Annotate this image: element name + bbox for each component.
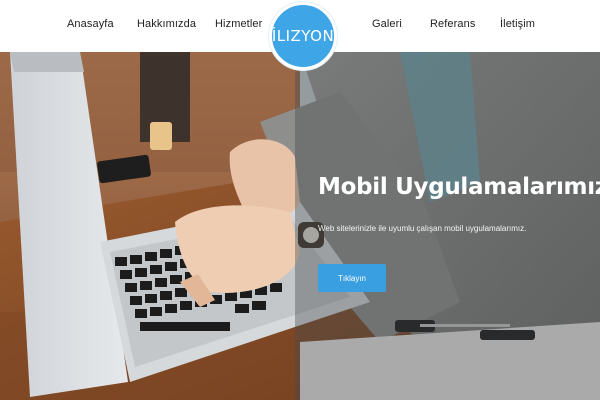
nav-item-iletisim[interactable]: İletişim	[500, 18, 535, 30]
nav-item-referans[interactable]: Referans	[430, 18, 475, 30]
hero-slider: Mobil Uygulamalarımız Web sitelerinizle …	[0, 52, 600, 400]
nav-item-hakkimizda[interactable]: Hakkımızda	[137, 18, 196, 30]
logo-text: İLIZYON	[271, 27, 335, 45]
hero-title: Mobil Uygulamalarımız	[318, 174, 600, 200]
nav-item-galeri[interactable]: Galeri	[372, 18, 402, 30]
hero-subtitle: Web sitelerinizle ile uyumlu çalışan mob…	[318, 224, 527, 233]
site-logo[interactable]: İLIZYON	[269, 2, 337, 70]
nav-item-anasayfa[interactable]: Anasayfa	[67, 18, 114, 30]
nav-item-hizmetler[interactable]: Hizmetler	[215, 18, 262, 30]
cta-button[interactable]: Tıklayın	[318, 264, 386, 292]
